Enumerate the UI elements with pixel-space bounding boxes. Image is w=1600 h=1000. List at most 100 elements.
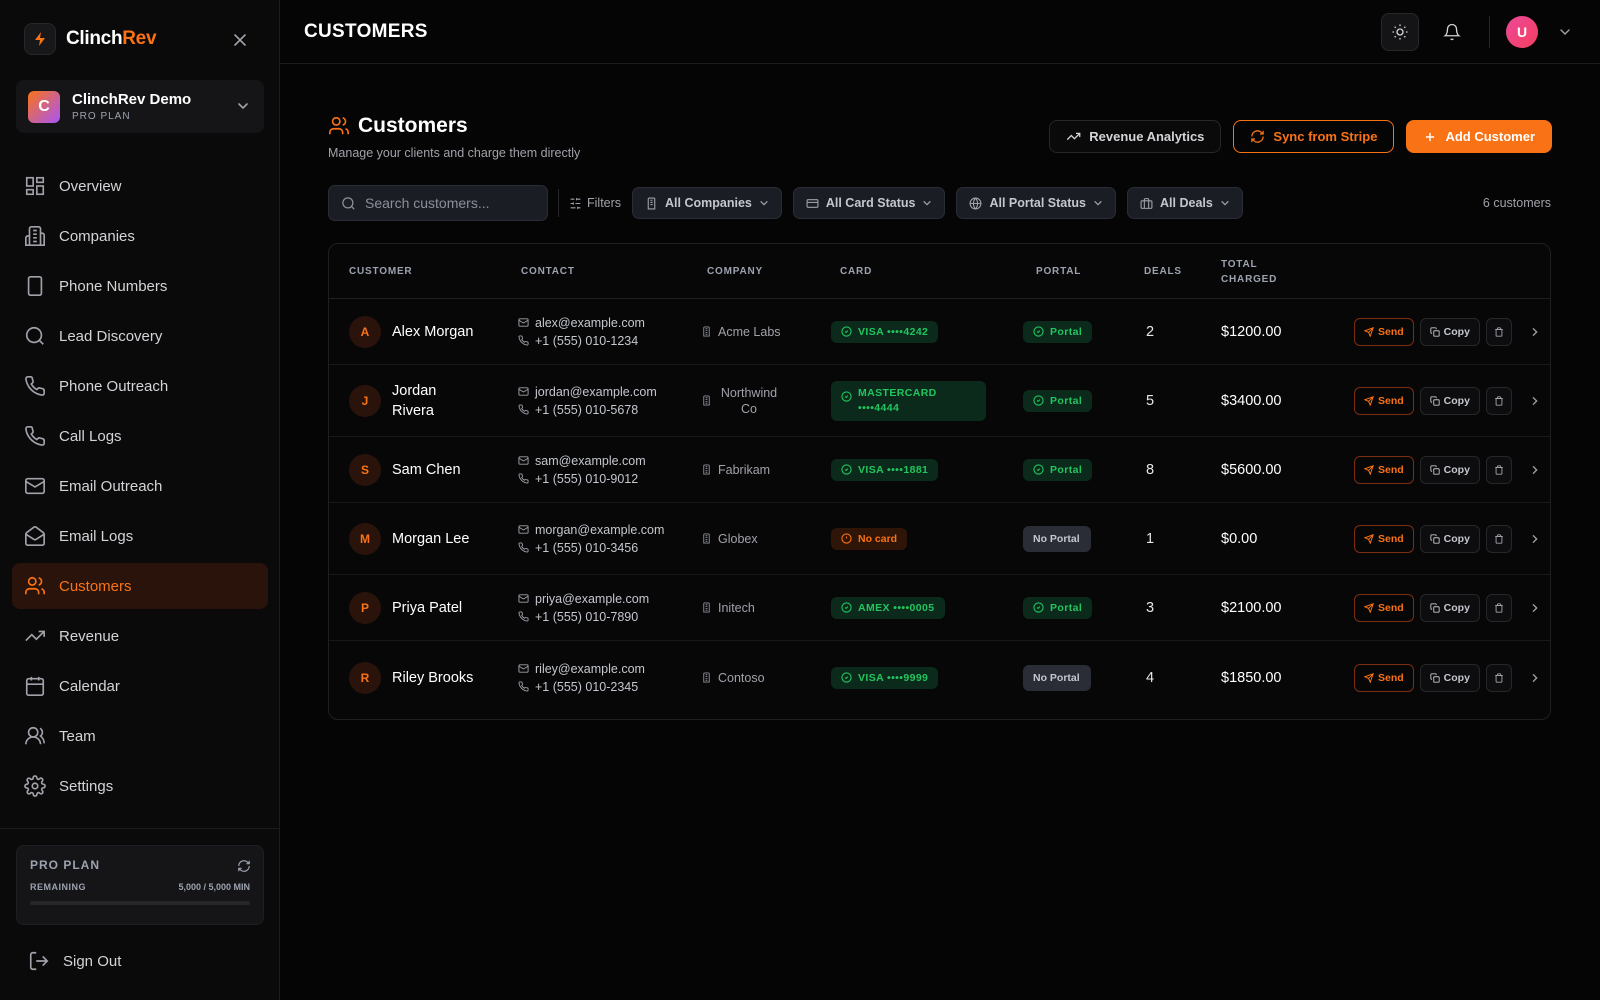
table-row[interactable]: R Riley Brooks riley@example.com +1 (555) 0…	[329, 641, 1550, 714]
chevron-right-icon[interactable]	[1530, 673, 1540, 683]
contact-phone[interactable]: +1 (555) 010-9012	[535, 470, 638, 488]
total-charged: $5600.00	[1221, 461, 1282, 478]
sidebar-item-lead-discovery[interactable]: Lead Discovery	[12, 313, 268, 359]
chevron-down-icon[interactable]	[1559, 26, 1571, 38]
sidebar-item-phone-numbers[interactable]: Phone Numbers	[12, 263, 268, 309]
table-row[interactable]: A Alex Morgan alex@example.com +1 (555) 010…	[329, 299, 1550, 365]
notifications-button[interactable]	[1433, 13, 1471, 51]
sidebar-item-customers[interactable]: Customers	[12, 563, 268, 609]
theme-toggle-button[interactable]	[1381, 13, 1419, 51]
team-icon	[25, 726, 45, 745]
delete-button[interactable]	[1485, 386, 1512, 415]
sidebar-item-label: Customers	[59, 577, 132, 595]
refresh-icon[interactable]	[237, 859, 251, 873]
portal-cell: Portal	[1023, 458, 1093, 481]
card-status-filter[interactable]: All Card Status	[792, 187, 946, 219]
briefcase-icon	[1140, 197, 1153, 209]
chevron-right-icon[interactable]	[1530, 327, 1540, 337]
contact-email[interactable]: jordan@example.com	[535, 383, 657, 401]
filters-toggle[interactable]: Filters	[569, 196, 621, 210]
copy-button[interactable]: Copy	[1419, 593, 1480, 622]
chevron-down-icon	[760, 200, 768, 206]
chevron-right-icon[interactable]	[1530, 396, 1540, 406]
send-button[interactable]: Send	[1354, 524, 1414, 553]
revenue-analytics-button[interactable]: Revenue Analytics	[1049, 120, 1222, 153]
send-button[interactable]: Send	[1354, 593, 1414, 622]
sign-out-button[interactable]: Sign Out	[28, 950, 121, 972]
delete-button[interactable]	[1485, 317, 1512, 346]
search-input[interactable]	[365, 195, 535, 211]
copy-button[interactable]: Copy	[1419, 455, 1480, 484]
contact-email[interactable]: riley@example.com	[535, 660, 645, 678]
contact-email[interactable]: sam@example.com	[535, 452, 646, 470]
sidebar-item-label: Email Logs	[59, 527, 134, 545]
contact-phone[interactable]: +1 (555) 010-3456	[535, 539, 638, 557]
deals-filter[interactable]: All Deals	[1127, 187, 1243, 219]
delete-button[interactable]	[1485, 455, 1512, 484]
sidebar-item-calendar[interactable]: Calendar	[12, 663, 268, 709]
contact-phone[interactable]: +1 (555) 010-2345	[535, 678, 638, 696]
customer-name[interactable]: Sam Chen	[392, 460, 461, 480]
deals-count: 3	[1146, 599, 1155, 616]
copy-button[interactable]: Copy	[1419, 663, 1480, 692]
customer-name[interactable]: Alex Morgan	[392, 322, 473, 342]
sidebar-item-phone-outreach[interactable]: Phone Outreach	[12, 363, 268, 409]
close-icon[interactable]	[230, 30, 250, 50]
sidebar-item-settings[interactable]: Settings	[12, 763, 268, 809]
customer-name[interactable]: Jordan Rivera	[392, 381, 452, 421]
customer-name[interactable]: Priya Patel	[392, 598, 462, 618]
delete-button[interactable]	[1485, 663, 1512, 692]
contact-email[interactable]: alex@example.com	[535, 314, 645, 332]
portal-badge: Portal	[1023, 458, 1093, 481]
search-box[interactable]	[328, 185, 548, 221]
header-portal: PORTAL	[1036, 266, 1082, 277]
sidebar-item-companies[interactable]: Companies	[12, 213, 268, 259]
card-cell: VISA ••••4242	[831, 320, 939, 343]
sidebar-item-call-logs[interactable]: Call Logs	[12, 413, 268, 459]
sidebar-item-overview[interactable]: Overview	[12, 163, 268, 209]
copy-button[interactable]: Copy	[1419, 386, 1480, 415]
portal-status-filter[interactable]: All Portal Status	[956, 187, 1117, 219]
send-button[interactable]: Send	[1354, 386, 1414, 415]
sidebar-item-email-logs[interactable]: Email Logs	[12, 513, 268, 559]
sidebar-item-revenue[interactable]: Revenue	[12, 613, 268, 659]
send-button[interactable]: Send	[1354, 663, 1414, 692]
chevron-right-icon[interactable]	[1530, 465, 1540, 475]
customer-name[interactable]: Riley Brooks	[392, 668, 473, 688]
workspace-switcher[interactable]: C ClinchRev Demo PRO PLAN	[16, 80, 264, 133]
sidebar-item-email-outreach[interactable]: Email Outreach	[12, 463, 268, 509]
chevron-right-icon[interactable]	[1530, 603, 1540, 613]
table-row[interactable]: M Morgan Lee morgan@example.com +1 (555) 01…	[329, 503, 1550, 575]
section-title: Customers	[358, 114, 468, 137]
contact-info: priya@example.com +1 (555) 010-7890	[518, 590, 649, 626]
copy-button[interactable]: Copy	[1419, 317, 1480, 346]
delete-button[interactable]	[1485, 593, 1512, 622]
mail-open-icon	[25, 526, 45, 546]
sidebar-item-team[interactable]: Team	[12, 713, 268, 759]
brand[interactable]: ClinchRev	[24, 23, 157, 55]
table-row[interactable]: P Priya Patel priya@example.com +1 (555) 01…	[329, 575, 1550, 641]
contact-phone[interactable]: +1 (555) 010-1234	[535, 332, 638, 350]
page-title: CUSTOMERS	[304, 20, 428, 42]
companies-filter[interactable]: All Companies	[632, 187, 782, 219]
send-button[interactable]: Send	[1354, 317, 1414, 346]
chevron-right-icon[interactable]	[1530, 534, 1540, 544]
filter-divider	[558, 189, 559, 217]
portal-badge: Portal	[1023, 389, 1093, 412]
phone-icon	[518, 611, 529, 622]
add-customer-button[interactable]: Add Customer	[1406, 120, 1552, 153]
user-avatar[interactable]: U	[1506, 16, 1538, 48]
table-row[interactable]: J Jordan Rivera jordan@example.com +1 (555)…	[329, 365, 1550, 437]
table-row[interactable]: S Sam Chen sam@example.com +1 (555) 010-901…	[329, 437, 1550, 503]
contact-phone[interactable]: +1 (555) 010-7890	[535, 608, 638, 626]
send-button[interactable]: Send	[1354, 455, 1414, 484]
sync-stripe-button[interactable]: Sync from Stripe	[1233, 120, 1395, 153]
customer-name[interactable]: Morgan Lee	[392, 529, 469, 549]
card-badge: VISA ••••1881	[831, 458, 939, 481]
contact-email[interactable]: priya@example.com	[535, 590, 649, 608]
contact-phone[interactable]: +1 (555) 010-5678	[535, 401, 638, 419]
copy-button[interactable]: Copy	[1419, 524, 1480, 553]
workspace-name: ClinchRev Demo	[72, 91, 192, 108]
delete-button[interactable]	[1485, 524, 1512, 553]
contact-email[interactable]: morgan@example.com	[535, 521, 664, 539]
